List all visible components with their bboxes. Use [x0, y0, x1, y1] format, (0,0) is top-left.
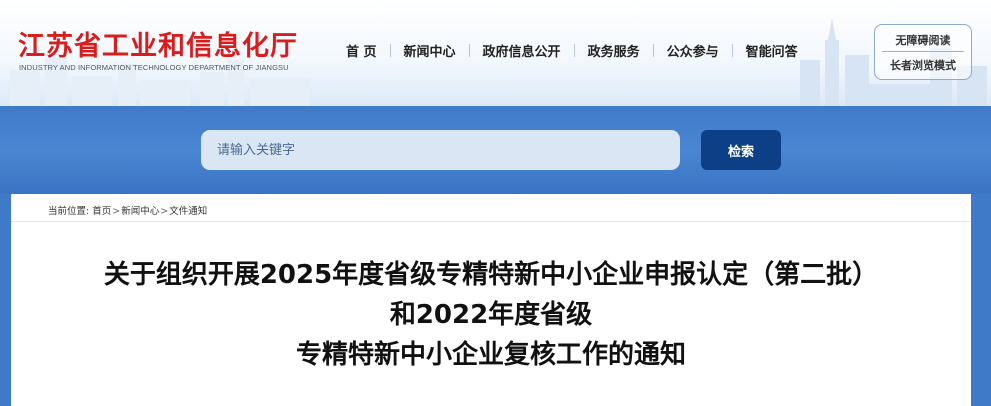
site-logo-title[interactable]: 江苏省工业和信息化厅 — [18, 24, 298, 63]
nav-item-home[interactable]: 首 页 — [333, 41, 390, 60]
article-title-line: 关于组织开展2025年度省级专精特新中小企业申报认定（第二批） — [103, 260, 879, 290]
search-band: 检索 — [0, 106, 991, 194]
breadcrumb-notices[interactable]: 文件通知 — [169, 206, 207, 217]
breadcrumb-prefix: 当前位置: — [48, 206, 90, 217]
breadcrumb-separator: > — [112, 206, 121, 217]
main-nav: 首 页 新闻中心 政府信息公开 政务服务 公众参与 智能问答 — [333, 41, 811, 60]
search-button[interactable]: 检索 — [701, 130, 781, 170]
breadcrumb-home[interactable]: 首页 — [92, 206, 111, 217]
breadcrumb: 当前位置: 首页>新闻中心>文件通知 — [48, 203, 207, 217]
site-header: 江苏省工业和信息化厅 INDUSTRY AND INFORMATION TECH… — [0, 0, 991, 106]
article-title: 关于组织开展2025年度省级专精特新中小企业申报认定（第二批） 和2022年度省… — [31, 255, 951, 375]
accessibility-button[interactable]: 无障碍阅读 — [875, 25, 971, 51]
site-logo-subtitle: INDUSTRY AND INFORMATION TECHNOLOGY DEPA… — [19, 63, 289, 72]
accessibility-panel: 无障碍阅读 长者浏览模式 — [874, 24, 972, 80]
search-input[interactable] — [201, 130, 680, 170]
content-panel: 当前位置: 首页>新闻中心>文件通知 关于组织开展2025年度省级专精特新中小企… — [11, 194, 971, 406]
nav-item-participation[interactable]: 公众参与 — [654, 41, 732, 60]
article-title-line: 和2022年度省级 — [389, 300, 593, 330]
nav-item-qa[interactable]: 智能问答 — [733, 41, 811, 60]
article-title-line: 专精特新中小企业复核工作的通知 — [295, 340, 686, 370]
breadcrumb-divider — [11, 221, 971, 222]
elder-mode-button[interactable]: 长者浏览模式 — [875, 52, 971, 73]
breadcrumb-news[interactable]: 新闻中心 — [121, 206, 159, 217]
nav-item-services[interactable]: 政务服务 — [575, 41, 653, 60]
nav-item-news[interactable]: 新闻中心 — [391, 41, 469, 60]
nav-item-gov-info[interactable]: 政府信息公开 — [470, 41, 574, 60]
breadcrumb-separator: > — [160, 206, 169, 217]
